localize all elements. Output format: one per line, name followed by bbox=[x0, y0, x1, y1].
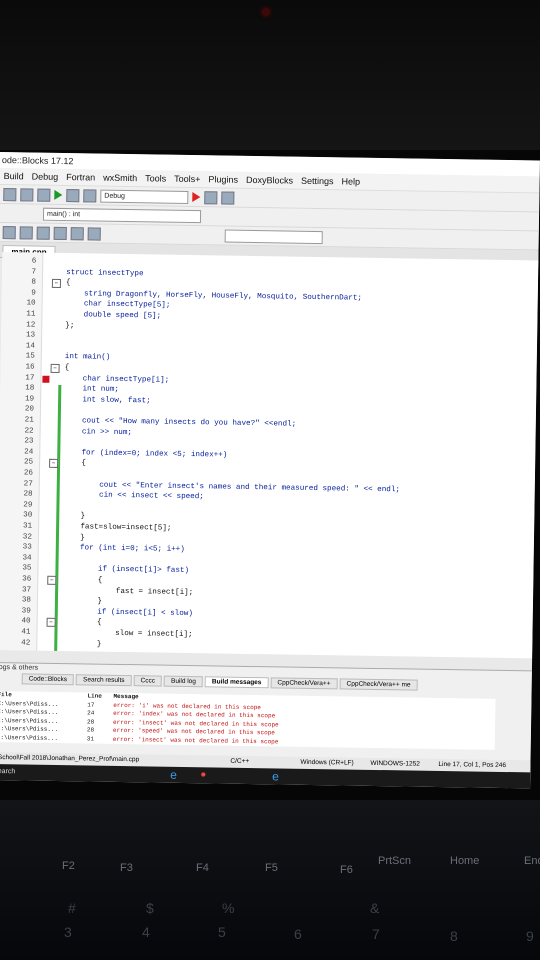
line-text: { bbox=[63, 459, 86, 468]
taskbar-search[interactable]: search bbox=[0, 764, 15, 780]
line-text: } bbox=[60, 639, 102, 649]
key-7: 7 bbox=[372, 926, 380, 942]
line-text: } bbox=[62, 512, 86, 521]
line-text: { bbox=[64, 364, 70, 373]
key-end: End bbox=[524, 855, 540, 867]
screen: ode::Blocks 17.12 Build Debug Fortran wx… bbox=[0, 152, 540, 789]
zoom-in-icon[interactable] bbox=[70, 226, 84, 240]
key-hash: # bbox=[68, 900, 76, 916]
key-home: Home bbox=[450, 855, 480, 867]
zoom-out-icon[interactable] bbox=[87, 226, 101, 241]
run-icon[interactable] bbox=[54, 189, 63, 200]
menu-debug[interactable]: Debug bbox=[32, 169, 59, 185]
status-encoding: WINDOWS-1252 bbox=[370, 759, 420, 768]
status-cursor-position: Line 17, Col 1, Pos 246 bbox=[438, 760, 507, 770]
build-and-run-icon[interactable] bbox=[66, 188, 80, 202]
log-file-cell: C:\Users\Pdiss... bbox=[0, 733, 59, 742]
key-percent: % bbox=[222, 900, 235, 916]
laptop-bezel bbox=[0, 0, 540, 150]
key-4: 4 bbox=[142, 924, 150, 940]
build-target-select[interactable]: Debug bbox=[100, 189, 189, 204]
log-line-cell: 28 bbox=[86, 726, 95, 734]
key-3: 3 bbox=[64, 924, 72, 940]
key-f2: F2 bbox=[62, 860, 75, 872]
log-line-cell: 17 bbox=[87, 700, 95, 709]
line-text: }; bbox=[65, 321, 75, 330]
tab-codeblocks-log[interactable]: Code::Blocks bbox=[21, 673, 75, 686]
fold-toggle-icon[interactable]: − bbox=[47, 575, 57, 585]
status-eol: Windows (CR+LF) bbox=[300, 758, 354, 767]
key-9: 9 bbox=[526, 928, 534, 944]
rebuild-icon[interactable] bbox=[83, 188, 97, 203]
key-5: 5 bbox=[218, 924, 226, 940]
highlight-icon[interactable] bbox=[36, 226, 50, 240]
fold-toggle-icon[interactable]: − bbox=[51, 279, 62, 289]
chrome-icon[interactable]: ● bbox=[200, 767, 206, 783]
debug-step-icon[interactable] bbox=[204, 190, 218, 204]
menu-settings[interactable]: Settings bbox=[301, 173, 334, 190]
key-prtscn: PrtScn bbox=[378, 855, 412, 867]
key-f4: F4 bbox=[196, 862, 209, 874]
menu-wxsmith[interactable]: wxSmith bbox=[103, 170, 137, 187]
tab-build-log[interactable]: Build log bbox=[163, 675, 204, 688]
forward-icon[interactable] bbox=[19, 225, 33, 240]
menu-plugins[interactable]: Plugins bbox=[208, 171, 238, 187]
key-f5: F5 bbox=[265, 862, 278, 874]
back-icon[interactable] bbox=[2, 225, 16, 239]
build-icon[interactable] bbox=[37, 188, 51, 202]
log-line-cell: 24 bbox=[87, 709, 95, 717]
tab-build-messages[interactable]: Build messages bbox=[204, 676, 269, 689]
log-line-cell: 28 bbox=[87, 717, 95, 726]
debug-run-icon[interactable] bbox=[192, 192, 201, 203]
menu-doxyblocks[interactable]: DoxyBlocks bbox=[246, 172, 293, 189]
menu-tools[interactable]: Tools bbox=[145, 170, 166, 186]
fold-toggle-icon[interactable]: − bbox=[46, 618, 56, 628]
function-scope-select[interactable]: main() : int bbox=[42, 207, 202, 223]
key-6: 6 bbox=[294, 926, 302, 942]
menu-build[interactable]: Build bbox=[3, 168, 24, 184]
fold-toggle-icon[interactable]: − bbox=[49, 459, 59, 469]
fold-toggle-icon[interactable]: − bbox=[50, 363, 60, 373]
webcam-light bbox=[262, 8, 270, 16]
status-language: C/C++ bbox=[230, 757, 250, 765]
key-f6: F6 bbox=[340, 864, 353, 876]
key-dollar: $ bbox=[146, 900, 154, 916]
code-editor[interactable]: 6 7 struct insectType 8−{9 string Dragonfly… bbox=[0, 252, 539, 659]
search-icon[interactable] bbox=[20, 187, 34, 202]
log-message-cell: error: 'insect' was not declared in this… bbox=[112, 735, 279, 745]
select-icon[interactable] bbox=[53, 226, 67, 240]
debug-stop-icon[interactable] bbox=[221, 190, 235, 205]
laptop-keyboard: F2 F3 F4 F5 F6 PrtScn Home End # $ % & 3… bbox=[0, 800, 540, 960]
menu-fortran[interactable]: Fortran bbox=[66, 169, 95, 185]
menu-tools-plus[interactable]: Tools+ bbox=[174, 171, 201, 187]
key-f3: F3 bbox=[120, 862, 133, 874]
build-messages-table: File Line Message C:\Users\Pdiss... 17 err… bbox=[0, 690, 496, 750]
key-ampersand: & bbox=[370, 900, 380, 916]
search-field[interactable] bbox=[224, 229, 323, 244]
menu-help[interactable]: Help bbox=[341, 173, 360, 189]
edge-icon[interactable]: e bbox=[170, 767, 177, 783]
ie-icon[interactable]: e bbox=[272, 768, 279, 784]
log-line-cell: 31 bbox=[86, 734, 95, 743]
line-text: { bbox=[65, 279, 71, 288]
breakpoint-marker[interactable] bbox=[42, 375, 50, 383]
key-8: 8 bbox=[450, 928, 458, 944]
new-file-icon[interactable] bbox=[3, 187, 17, 201]
header-line: Line bbox=[87, 692, 102, 700]
tab-cppcheck-vera[interactable]: CppCheck/Vera++ bbox=[270, 677, 338, 690]
tab-search-results[interactable]: Search results bbox=[75, 674, 132, 687]
tab-cccc[interactable]: Cccc bbox=[133, 675, 163, 687]
header-message: Message bbox=[113, 692, 139, 701]
line-number: 42 bbox=[21, 638, 31, 648]
tab-cppcheck-vera-messages[interactable]: CppCheck/Vera++ me bbox=[339, 678, 418, 691]
